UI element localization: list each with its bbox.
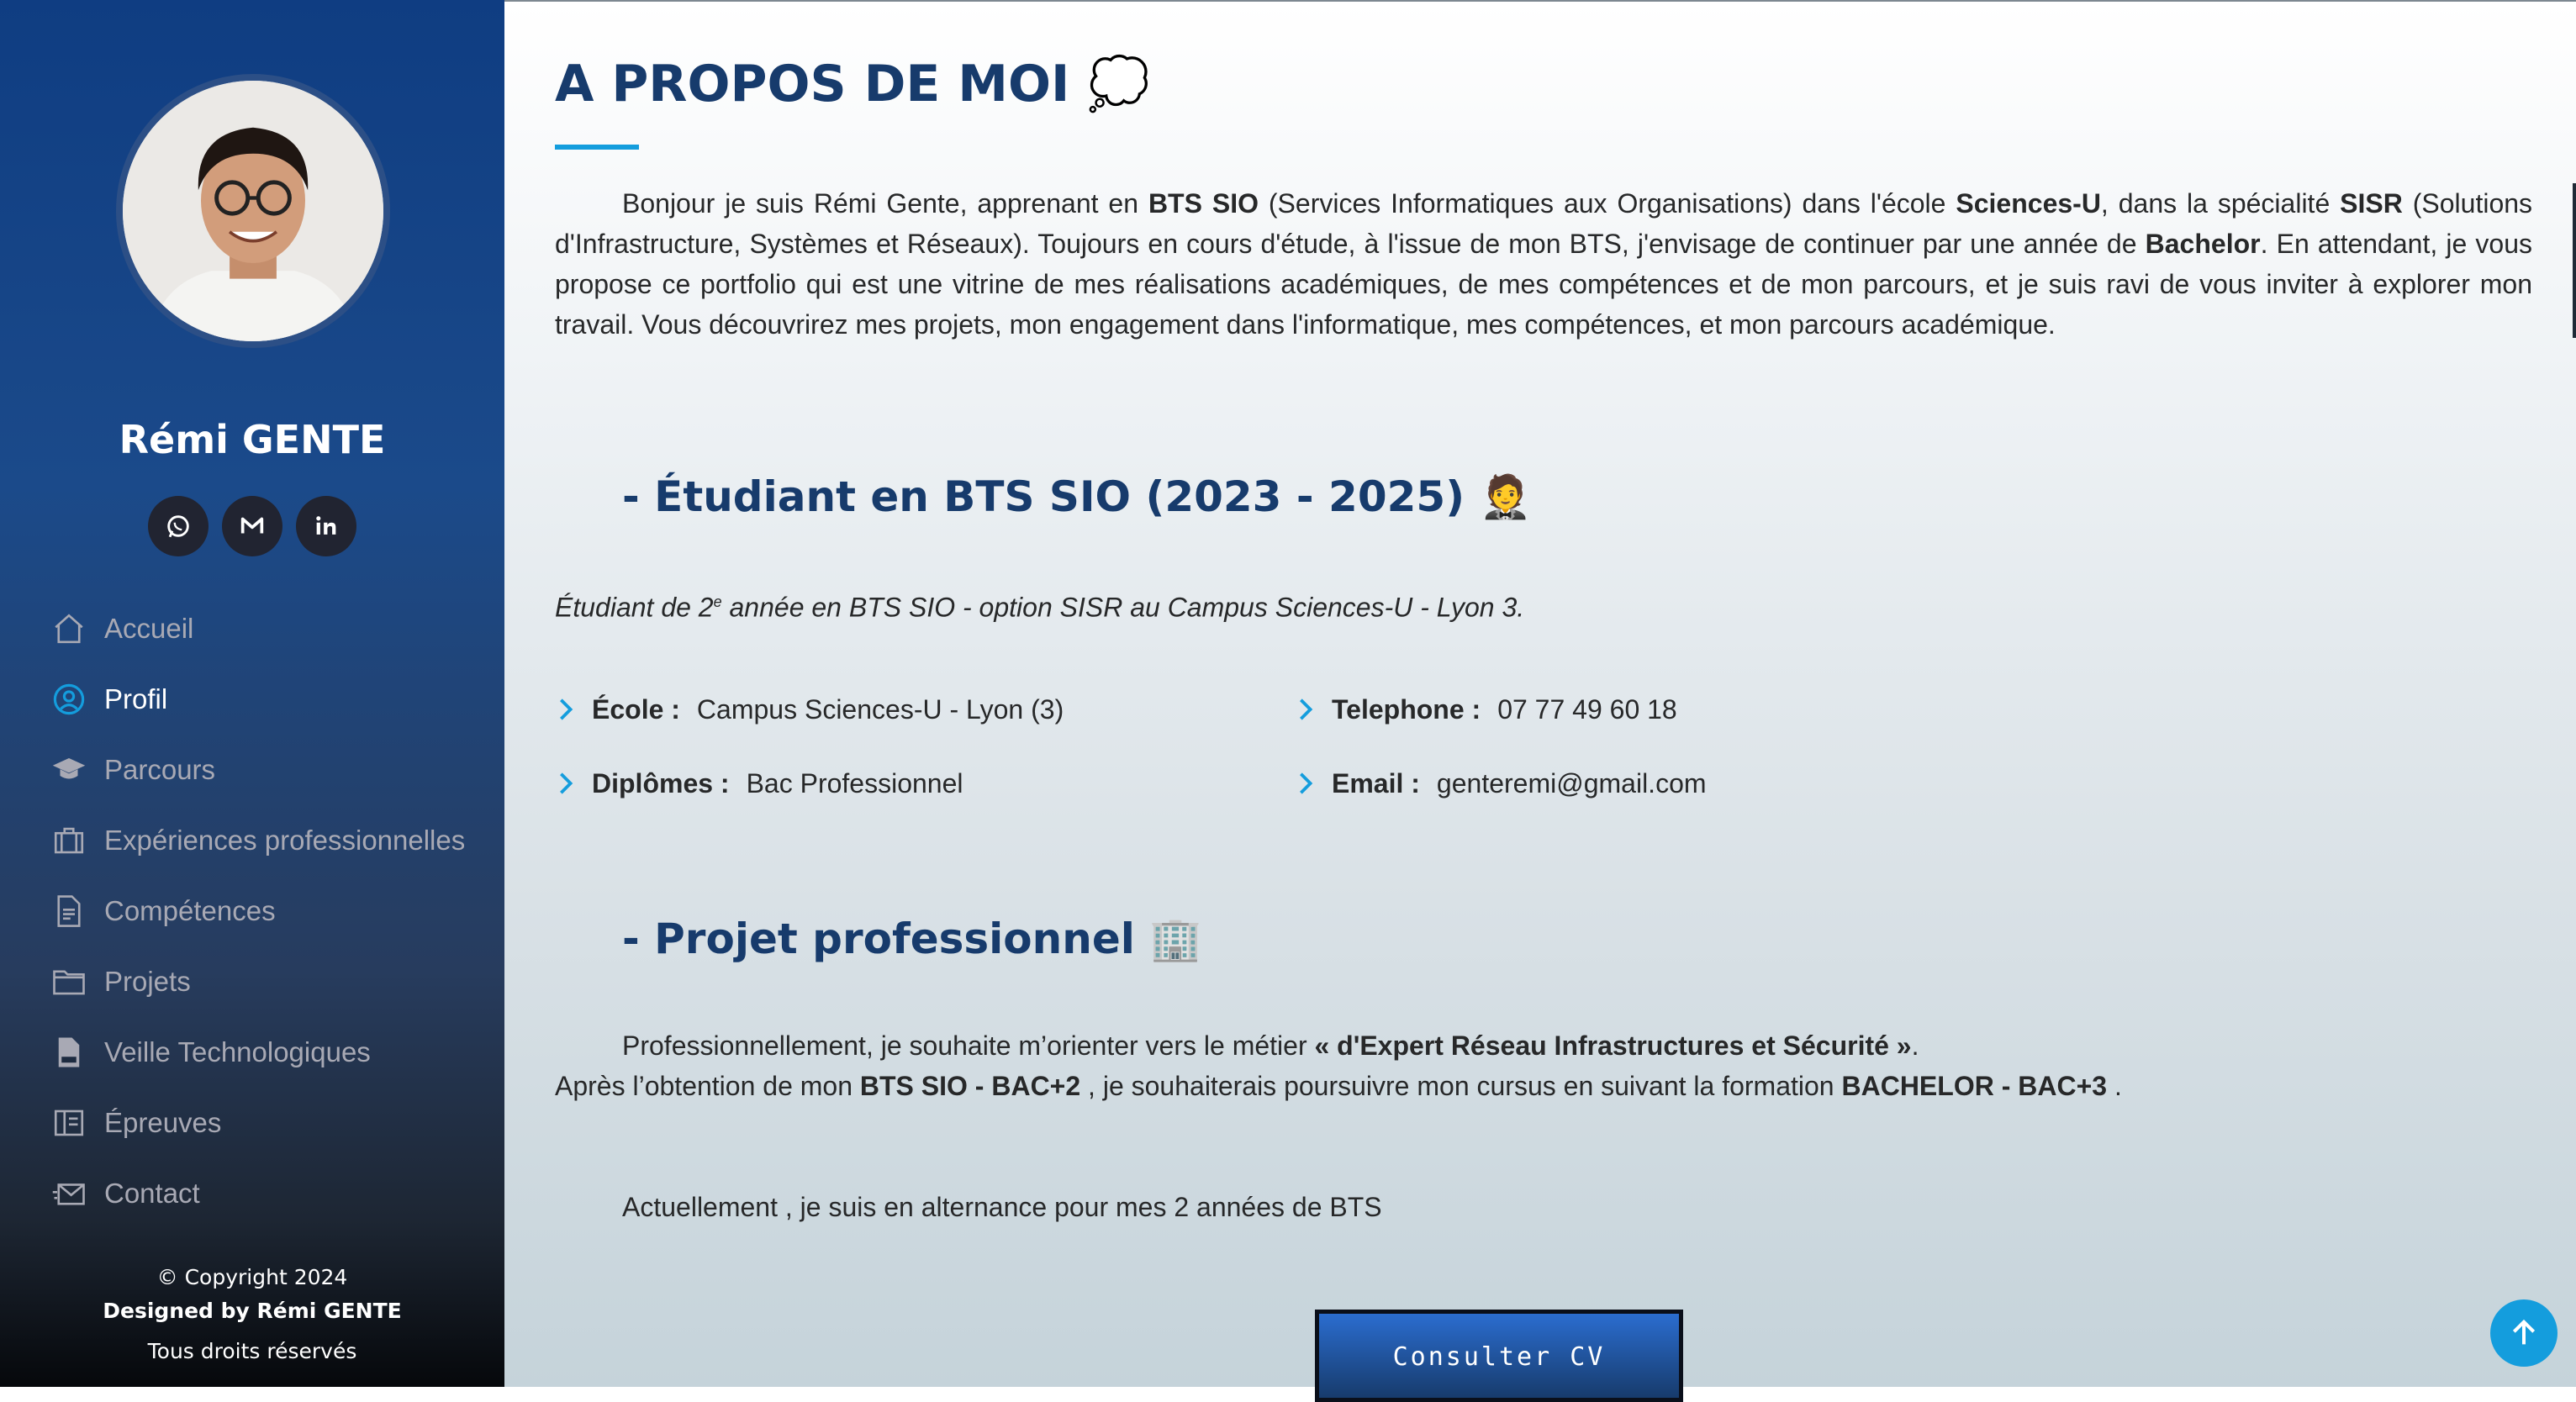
page-title-text: A PROPOS DE MOI	[555, 55, 1070, 113]
pdf-file-icon	[50, 1034, 87, 1071]
diploma-value: Bac Professionnel	[746, 768, 963, 799]
user-icon	[50, 681, 87, 718]
gmail-button[interactable]	[222, 496, 282, 556]
whatsapp-icon	[167, 515, 189, 538]
info-diploma: Diplômes : Bac Professionnel	[555, 763, 963, 804]
office-building-icon: 🏢	[1149, 914, 1202, 963]
intro-text-3: , dans la spécialité	[2100, 188, 2341, 219]
project-bold-bachelor: BACHELOR - BAC+3	[1841, 1071, 2108, 1101]
phone-value: 07 77 49 60 18	[1497, 694, 1677, 725]
project-text-1: Professionnellement, je souhaite m’orien…	[622, 1030, 1315, 1061]
diploma-label: Diplômes :	[592, 768, 730, 799]
folder-icon	[50, 963, 87, 1000]
project-text-1-end: .	[1911, 1030, 1919, 1061]
info-email: Email : genteremi@gmail.com	[1295, 763, 1707, 804]
nav-item-competences[interactable]: Compétences	[50, 876, 465, 946]
home-icon	[50, 610, 87, 647]
arrow-up-icon	[2512, 1319, 2536, 1345]
nav-label-projets: Projets	[104, 966, 191, 997]
nav-item-epreuves[interactable]: Épreuves	[50, 1088, 465, 1158]
nav-item-contact[interactable]: Contact	[50, 1158, 465, 1229]
person-tuxedo-icon: 🤵	[1479, 472, 1532, 521]
project-line-2: Après l’obtention de mon BTS SIO - BAC+2…	[555, 1066, 2532, 1106]
nav-item-parcours[interactable]: Parcours	[50, 735, 465, 805]
nav-item-experiences[interactable]: Expériences professionnelles	[50, 805, 465, 876]
email-value: genteremi@gmail.com	[1436, 768, 1707, 799]
student-desc-sup: e	[713, 593, 722, 610]
school-value: Campus Sciences-U - Lyon (3)	[696, 694, 1064, 725]
student-description: Étudiant de 2e année en BTS SIO - option…	[555, 582, 1524, 628]
mail-icon	[50, 1175, 87, 1212]
intro-bold-sisr: SISR	[2340, 188, 2403, 219]
student-desc-end: année en BTS SIO - option SISR au Campus…	[721, 592, 1525, 623]
intro-text-1: Bonjour je suis Rémi Gente, apprenant en	[622, 188, 1148, 219]
rights-text: Tous droits réservés	[147, 1339, 357, 1363]
chevron-right-icon	[560, 772, 573, 794]
project-paragraph: Professionnellement, je souhaite m’orien…	[555, 1025, 2532, 1106]
profile-avatar	[116, 74, 390, 348]
sidebar: Rémi GENTE Accueil Profil Parcours Expér…	[0, 0, 504, 1387]
project-line-1: Professionnellement, je souhaite m’orien…	[555, 1025, 2532, 1066]
project-bold-bts: BTS SIO - BAC+2	[859, 1071, 1081, 1101]
student-section-title: - Étudiant en BTS SIO (2023 - 2025) 🤵	[622, 472, 1532, 522]
briefcase-icon	[50, 822, 87, 859]
project-text-2-end: .	[2107, 1071, 2122, 1101]
document-icon	[50, 893, 87, 930]
nav-label-veille: Veille Technologiques	[104, 1036, 371, 1067]
nav-label-profil: Profil	[104, 683, 168, 714]
sidebar-footer: © Copyright 2024 Designed by Rémi GENTE …	[0, 1261, 504, 1368]
student-desc-start: Étudiant de 2	[555, 592, 714, 623]
nav-label-experiences: Expériences professionnelles	[104, 825, 466, 856]
sidebar-nav: Accueil Profil Parcours Expériences prof…	[50, 593, 465, 1229]
scroll-to-top-button[interactable]	[2490, 1299, 2558, 1367]
email-label: Email :	[1332, 768, 1420, 799]
chevron-right-icon	[560, 698, 573, 720]
phone-label: Telephone :	[1332, 694, 1481, 725]
consult-cv-button[interactable]: Consulter CV	[1315, 1310, 1683, 1402]
nav-label-competences: Compétences	[104, 895, 276, 926]
intro-bold-school: Sciences-U	[1956, 188, 2101, 219]
info-school: École : Campus Sciences-U - Lyon (3)	[555, 689, 1064, 730]
linkedin-button[interactable]	[296, 496, 356, 556]
designed-by-text: Designed by Rémi GENTE	[103, 1299, 402, 1323]
student-title-text: - Étudiant en BTS SIO (2023 - 2025)	[622, 472, 1465, 521]
project-section-title: - Projet professionnel 🏢	[622, 914, 1202, 964]
whatsapp-button[interactable]	[148, 496, 209, 556]
nav-label-accueil: Accueil	[104, 613, 194, 644]
project-bold-job: « d'Expert Réseau Infrastructures et Séc…	[1314, 1030, 1912, 1061]
project-text-3: , je souhaiterais poursuivre mon cursus …	[1080, 1071, 1842, 1101]
nav-label-parcours: Parcours	[104, 754, 216, 785]
chevron-right-icon	[1300, 772, 1313, 794]
copyright-text: © Copyright 2024	[156, 1265, 348, 1289]
profile-photo	[123, 81, 383, 341]
gmail-icon	[240, 517, 264, 534]
project-text-2: Après l’obtention de mon	[555, 1071, 860, 1101]
thought-bubble-icon: 💭	[1087, 55, 1150, 113]
nav-item-projets[interactable]: Projets	[50, 946, 465, 1017]
profile-name: Rémi GENTE	[119, 417, 386, 462]
project-title-text: - Projet professionnel	[622, 914, 1135, 963]
nav-item-profil[interactable]: Profil	[50, 664, 465, 735]
chevron-right-icon	[1300, 698, 1313, 720]
intro-bold-bachelor: Bachelor	[2145, 229, 2261, 259]
title-underline	[555, 145, 639, 150]
current-status: Actuellement , je suis en alternance pou…	[622, 1192, 1382, 1222]
scrollbar[interactable]	[2573, 183, 2576, 338]
intro-text-2: (Services Informatiques aux Organisation…	[1258, 188, 1956, 219]
nav-item-accueil[interactable]: Accueil	[50, 593, 465, 664]
nav-item-veille[interactable]: Veille Technologiques	[50, 1017, 465, 1088]
intro-bold-bts: BTS SIO	[1148, 188, 1259, 219]
page-title: A PROPOS DE MOI 💭	[555, 54, 1150, 113]
nav-label-contact: Contact	[104, 1178, 200, 1209]
school-label: École :	[592, 694, 680, 725]
linkedin-icon	[316, 516, 336, 535]
graduation-cap-icon	[50, 751, 87, 788]
social-links	[0, 496, 504, 556]
info-phone: Telephone : 07 77 49 60 18	[1295, 689, 1677, 730]
book-icon	[50, 1104, 87, 1141]
main-content: A PROPOS DE MOI 💭 Bonjour je suis Rémi G…	[504, 0, 2576, 1402]
intro-paragraph: Bonjour je suis Rémi Gente, apprenant en…	[555, 183, 2532, 345]
nav-label-epreuves: Épreuves	[104, 1107, 222, 1138]
